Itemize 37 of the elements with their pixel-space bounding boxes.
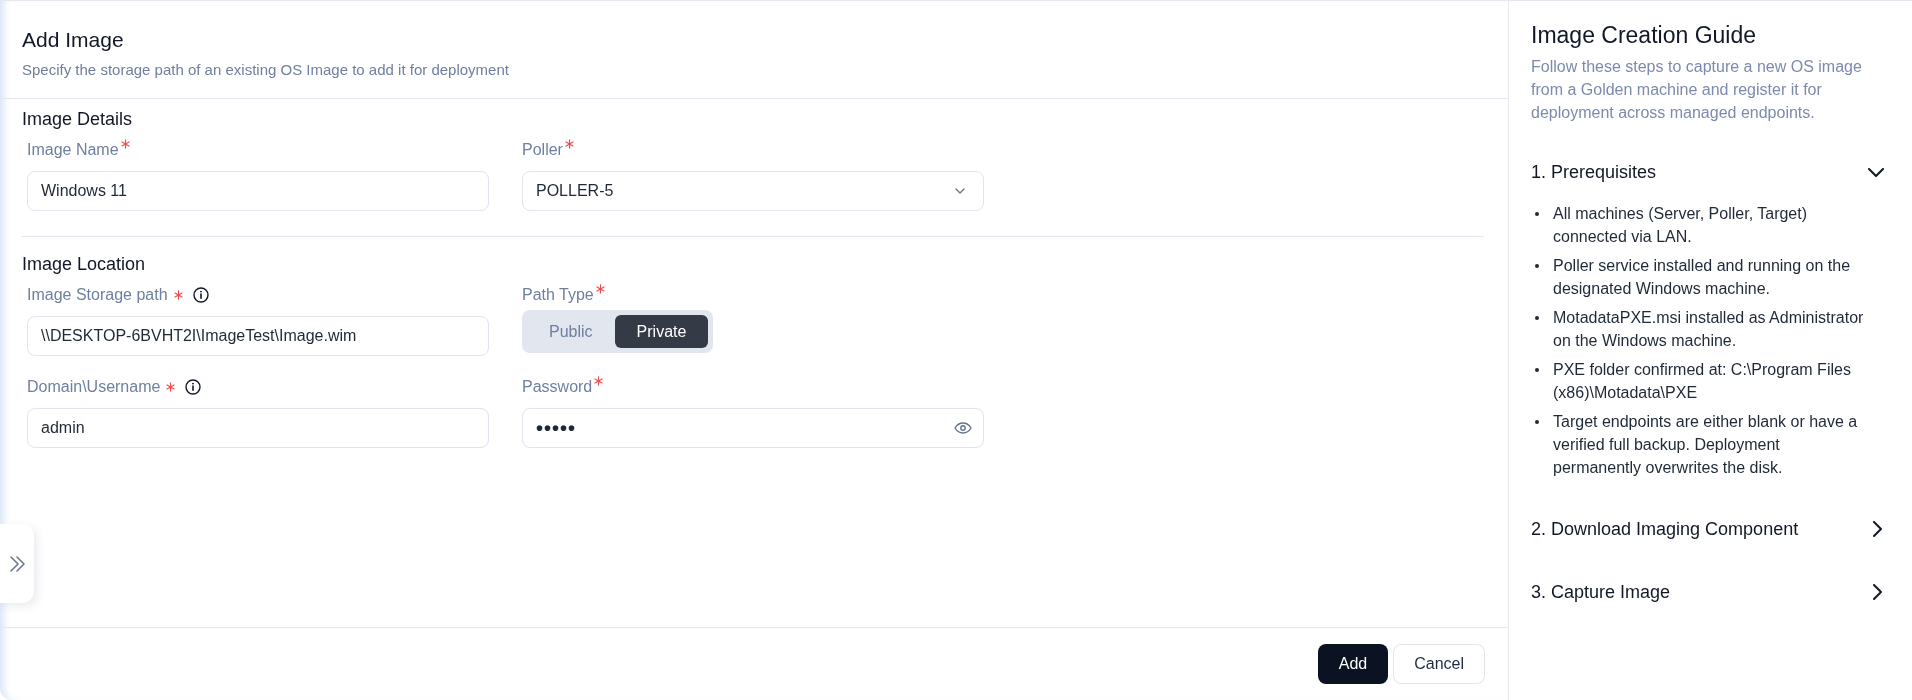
- form-title: Add Image: [22, 27, 125, 53]
- checklist-item: Poller service installed and running on the designated Windows machine.: [1553, 256, 1852, 299]
- field-label: Image Name: [27, 140, 119, 160]
- form-subtitle: Specify the storage path of an existing OS Image to add it for deployment: [22, 60, 510, 80]
- segment-option[interactable]: Private: [614, 315, 709, 348]
- accordion-header[interactable]: 3. Capture Image: [1531, 580, 1885, 604]
- text-input[interactable]: Windows 11: [27, 171, 489, 211]
- field-label: Domain\Username: [27, 377, 161, 397]
- accordion-header[interactable]: 2. Download Imaging Component: [1531, 517, 1885, 541]
- guide-title: Image Creation Guide: [1531, 21, 1757, 49]
- password-input[interactable]: •••••: [522, 408, 984, 448]
- text-input[interactable]: admin: [27, 408, 489, 448]
- dropdown[interactable]: POLLER-5: [522, 171, 984, 211]
- field-label: Image Storage path: [27, 285, 168, 305]
- field-label: Password: [522, 377, 593, 397]
- chevron-down-icon: [955, 188, 965, 194]
- section-title: Image Details: [22, 108, 134, 131]
- bullet-icon: [1535, 420, 1539, 424]
- bullet-icon: [1535, 316, 1539, 320]
- checklist-item: MotadataPXE.msi installed as Administrator on the Windows machine.: [1553, 308, 1865, 351]
- bullet-icon: [1535, 368, 1539, 372]
- field-label: Poller: [522, 140, 563, 160]
- bullet-icon: [1535, 264, 1539, 268]
- cancel-button[interactable]: Cancel: [1393, 644, 1485, 684]
- accordion-header[interactable]: 1. Prerequisites: [1531, 160, 1885, 184]
- eye-icon: [954, 422, 972, 434]
- checklist-item: Target endpoints are either blank or have a verified full backup. Deployment permanently overwrites the disk.: [1553, 412, 1859, 478]
- add-button[interactable]: Add: [1317, 644, 1389, 684]
- checklist-item: All machines (Server, Poller, Target) connected via LAN.: [1553, 204, 1809, 247]
- checklist-item: PXE folder confirmed at: C:\Program Files (x86)\Motadata\PXE: [1553, 360, 1852, 403]
- bullet-icon: [1535, 212, 1539, 216]
- double-chevron-right-icon: [9, 555, 25, 572]
- guide-description: Follow these steps to capture a new OS image from a Golden machine and register it for deployment across managed endpoints.: [1531, 57, 1863, 123]
- show-password-button[interactable]: [954, 422, 972, 434]
- field-label: Path Type: [522, 285, 594, 305]
- section-title: Image Location: [22, 253, 147, 276]
- text-input[interactable]: \\DESKTOP-6BVHT2I\ImageTest\Image.wim: [27, 316, 489, 356]
